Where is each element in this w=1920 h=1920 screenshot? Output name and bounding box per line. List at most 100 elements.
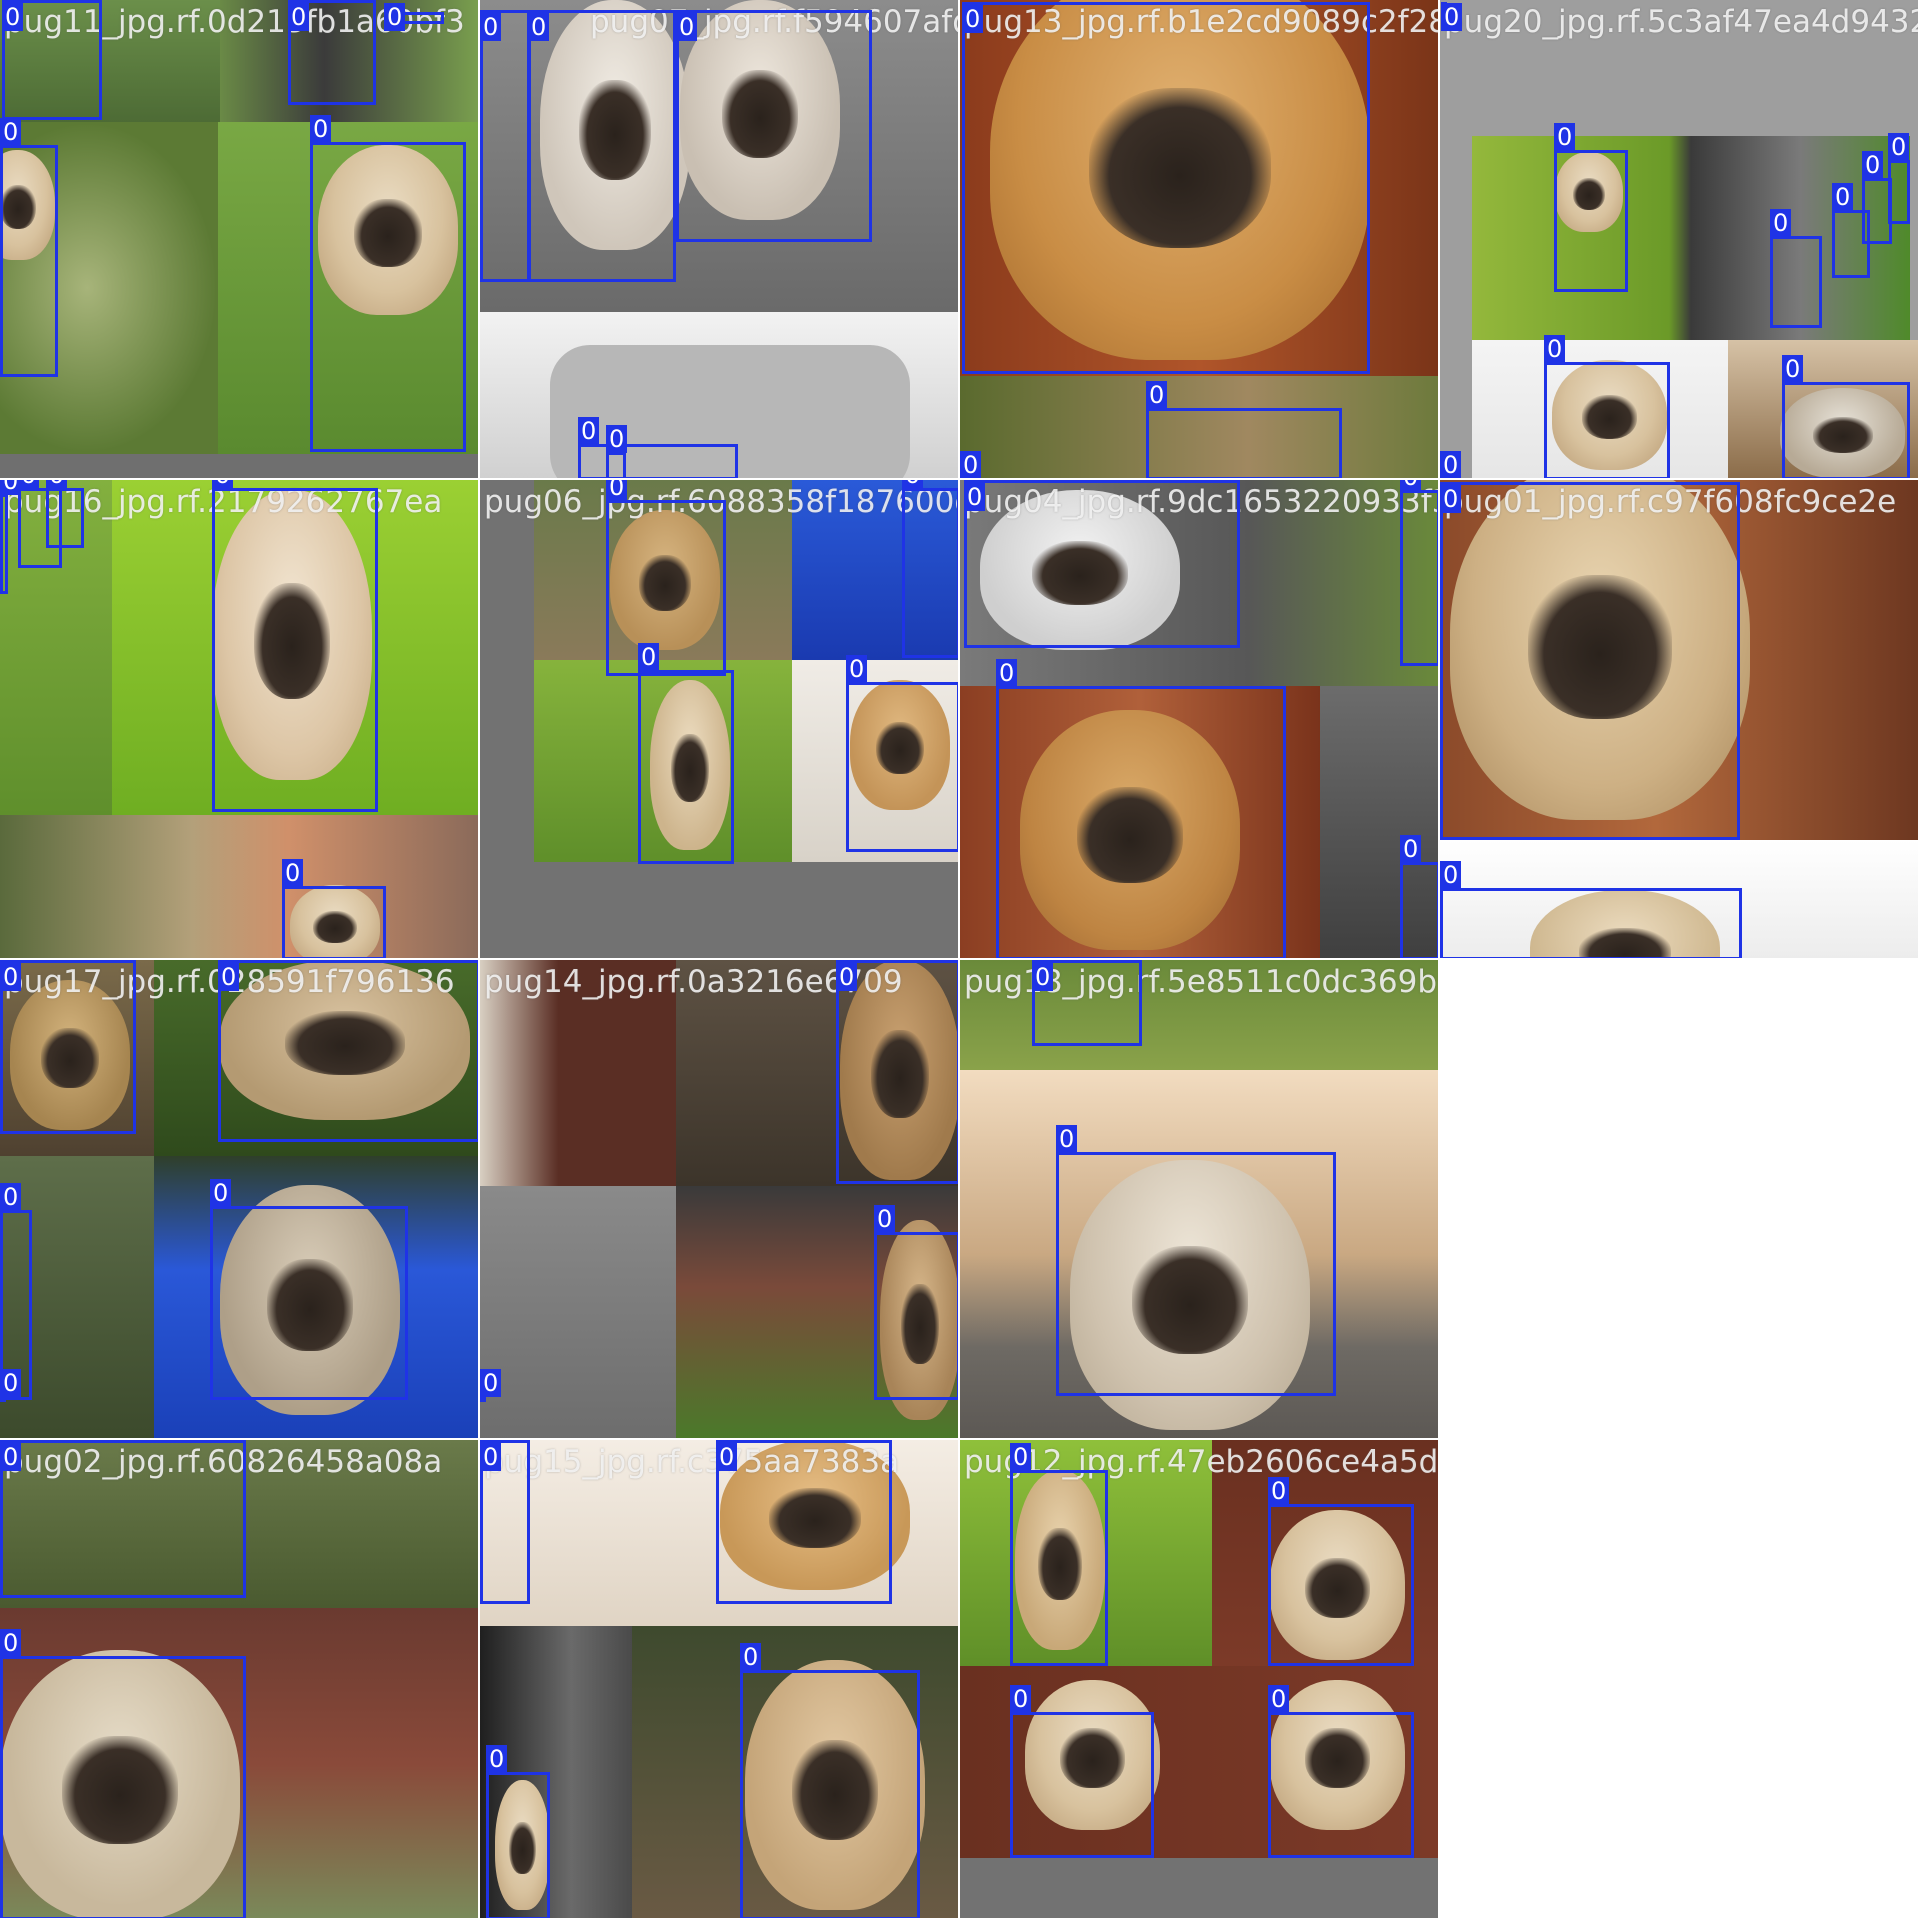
- mosaic-tile: pug02_jpg.rf.60826458a08a 0 0: [0, 1440, 480, 1920]
- class-label: 0: [1010, 1685, 1032, 1713]
- class-label: 0: [1010, 1443, 1032, 1471]
- class-label: 0: [1146, 381, 1168, 409]
- detection-box[interactable]: 0: [716, 1440, 892, 1604]
- detection-box[interactable]: 0: [1268, 1477, 1414, 1666]
- detection-box[interactable]: 0: [212, 480, 378, 812]
- detection-box[interactable]: 0: [0, 1440, 246, 1598]
- class-label: 0: [1862, 151, 1884, 179]
- class-label: 0: [874, 1205, 896, 1233]
- class-label: 0: [0, 118, 22, 146]
- class-label: 0: [528, 13, 550, 41]
- detection-box[interactable]: 0: [0, 1369, 22, 1402]
- detection-box[interactable]: 0: [740, 1643, 920, 1918]
- mosaic-tile: pug13_jpg.rf.b1e2cd9089c2f28f45d00e6207b…: [960, 0, 1440, 480]
- mosaic-tile: pug20_jpg.rf.5c3af47ea4d9432 0 0 0 0 0 0…: [1440, 0, 1920, 480]
- detection-box[interactable]: 0: [310, 115, 466, 452]
- detection-box[interactable]: 0: [288, 0, 376, 105]
- detection-box[interactable]: 0: [1010, 1685, 1154, 1858]
- mosaic-tile: pug17_jpg.rf.028591f796136 0 0 0 0 0: [0, 960, 480, 1440]
- detection-box[interactable]: 0: [874, 1205, 958, 1400]
- class-label: 0: [638, 643, 660, 671]
- detection-box[interactable]: 0: [846, 655, 958, 852]
- detection-box[interactable]: 0: [1440, 482, 1740, 840]
- class-label: 0: [962, 5, 984, 33]
- photo-region: [480, 960, 676, 1186]
- detection-box[interactable]: 0: [962, 2, 1370, 374]
- detection-box[interactable]: 0: [1146, 381, 1342, 478]
- detection-box[interactable]: 0: [1400, 480, 1438, 666]
- detection-box[interactable]: 0: [836, 960, 958, 1184]
- detection-box[interactable]: 0: [606, 480, 726, 676]
- detection-box[interactable]: 0: [1056, 1125, 1336, 1396]
- mosaic-tile: pug18_jpg.rf.5e8511c0dc369b91a9a6853ea27…: [960, 960, 1440, 1440]
- detection-box[interactable]: 0: [1441, 2, 1463, 31]
- class-label: 0: [480, 1443, 502, 1471]
- detection-box[interactable]: 0: [1770, 209, 1822, 328]
- detection-box[interactable]: 0: [578, 417, 738, 478]
- detection-box[interactable]: 0: [1400, 835, 1438, 958]
- image-filename-caption: pug20_jpg.rf.5c3af47ea4d9432: [1444, 4, 1920, 40]
- detection-box[interactable]: 0: [902, 480, 958, 658]
- detection-box[interactable]: 0: [1544, 335, 1670, 478]
- class-label: 0: [1056, 1125, 1078, 1153]
- class-label: 0: [480, 13, 502, 41]
- class-label: 0: [288, 3, 310, 31]
- class-label: 0: [212, 480, 234, 489]
- detection-box[interactable]: 0: [218, 960, 478, 1142]
- mosaic-tile: pug11_jpg.rf.0d215fb1a60bf3 0 0 0 0 0: [0, 0, 480, 480]
- class-label: 0: [578, 417, 600, 445]
- class-label: 0: [902, 480, 924, 489]
- detection-box[interactable]: 0: [1782, 355, 1910, 478]
- detection-box[interactable]: 0: [480, 10, 530, 282]
- class-label: 0: [1544, 335, 1566, 363]
- detection-box[interactable]: 0: [1032, 960, 1142, 1046]
- detection-box[interactable]: 0: [0, 1629, 246, 1918]
- detection-box[interactable]: 0: [0, 118, 58, 377]
- detection-box[interactable]: 0: [1888, 133, 1910, 224]
- mosaic-tile: pug12_jpg.rf.47eb2606ce4a5d03cd55342d379…: [960, 1440, 1440, 1920]
- class-label: 0: [1440, 451, 1462, 478]
- class-label: 0: [0, 1443, 22, 1471]
- detection-box[interactable]: 0: [964, 480, 1240, 648]
- detection-box[interactable]: 0: [0, 480, 22, 594]
- class-label: 0: [282, 859, 304, 887]
- class-label: 0: [996, 659, 1018, 687]
- detection-box[interactable]: 0: [1010, 1443, 1108, 1666]
- detection-box[interactable]: 0: [0, 960, 136, 1134]
- class-label: 0: [486, 1745, 508, 1773]
- class-label: 0: [218, 963, 240, 991]
- class-label: 0: [210, 1179, 232, 1207]
- detection-box[interactable]: 0: [1268, 1685, 1414, 1858]
- class-label: 0: [1832, 183, 1854, 211]
- detection-box[interactable]: 0: [606, 425, 628, 478]
- detection-box[interactable]: 0: [638, 643, 734, 864]
- mosaic-tile: pug06_jpg.rf.6088358f187600d122ba 0 0 0 …: [480, 480, 960, 960]
- mosaic-tile: pug07_jpg.rf.f594607afd06fd1 0 0 0 0 0: [480, 0, 960, 480]
- detection-box[interactable]: 0: [676, 10, 872, 242]
- detection-box[interactable]: 0: [1440, 861, 1742, 958]
- class-label: 0: [836, 963, 858, 991]
- class-label: 0: [1441, 3, 1463, 31]
- class-label: 0: [1554, 123, 1576, 151]
- detection-box[interactable]: 0: [46, 480, 84, 548]
- photo-region: [480, 1186, 676, 1438]
- detection-box[interactable]: 0: [1554, 123, 1628, 292]
- detection-box[interactable]: 0: [384, 3, 444, 31]
- detection-box[interactable]: 0: [528, 10, 676, 282]
- detection-box[interactable]: 0: [996, 659, 1286, 958]
- class-label: 0: [310, 115, 332, 143]
- mosaic-tile: pug16_jpg.rf.2179262767ea 0 0 0 0 0: [0, 480, 480, 960]
- detection-box[interactable]: 0: [2, 0, 102, 120]
- detection-box[interactable]: 0: [282, 859, 386, 958]
- class-label: 0: [0, 1629, 22, 1657]
- class-label: 0: [384, 3, 406, 31]
- class-label: 0: [0, 1183, 22, 1211]
- class-label: 0: [1268, 1477, 1290, 1505]
- detection-box[interactable]: 0: [486, 1745, 550, 1918]
- detection-box[interactable]: 0: [210, 1179, 408, 1400]
- detection-box[interactable]: 0: [480, 1369, 502, 1402]
- mosaic-grid: pug11_jpg.rf.0d215fb1a60bf3 0 0 0 0 0 pu…: [0, 0, 1920, 1920]
- class-label: 0: [676, 13, 698, 41]
- detection-box[interactable]: 0: [480, 1440, 530, 1604]
- mosaic-tile: pug15_jpg.rf.c375aa7383a 0 0 0 0: [480, 1440, 960, 1920]
